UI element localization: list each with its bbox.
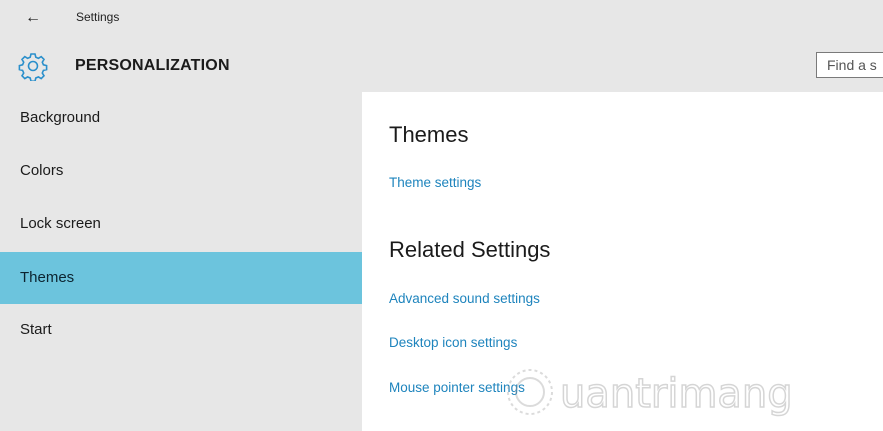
- title-bar: ← Settings: [0, 0, 883, 40]
- sidebar-item-lock-screen[interactable]: Lock screen: [0, 198, 362, 250]
- section-title: PERSONALIZATION: [75, 57, 230, 74]
- sidebar-item-colors[interactable]: Colors: [0, 145, 362, 197]
- sidebar-item-label: Background: [20, 109, 101, 126]
- search-input[interactable]: Find a s: [816, 52, 883, 78]
- desktop-icon-settings-link[interactable]: Desktop icon settings: [389, 335, 517, 350]
- themes-heading: Themes: [389, 122, 469, 147]
- sidebar-item-label: Colors: [20, 162, 64, 179]
- advanced-sound-settings-link[interactable]: Advanced sound settings: [389, 291, 540, 306]
- back-arrow-icon: ←: [25, 9, 41, 26]
- top-bar: ← Settings PERSONALIZATION Find a s: [0, 0, 883, 92]
- sidebar-item-label: Start: [20, 321, 52, 338]
- related-settings-heading: Related Settings: [389, 237, 551, 262]
- sidebar-item-themes[interactable]: Themes: [0, 252, 362, 304]
- sidebar-item-background[interactable]: Background: [0, 92, 362, 144]
- sidebar-item-label: Lock screen: [20, 215, 101, 232]
- main-content: Themes Theme settings Related Settings A…: [362, 92, 883, 431]
- mouse-pointer-settings-link[interactable]: Mouse pointer settings: [389, 380, 525, 395]
- window-title: Settings: [76, 10, 120, 24]
- theme-settings-link[interactable]: Theme settings: [389, 175, 481, 190]
- page-header: PERSONALIZATION Find a s: [0, 40, 883, 92]
- back-button[interactable]: ←: [20, 8, 46, 28]
- gear-icon: [18, 53, 48, 81]
- sidebar: Background Colors Lock screen Themes Sta…: [0, 92, 362, 431]
- sidebar-item-start[interactable]: Start: [0, 304, 362, 356]
- settings-window: ← Settings PERSONALIZATION Find a s Back…: [0, 0, 883, 431]
- sidebar-item-label: Themes: [20, 269, 75, 286]
